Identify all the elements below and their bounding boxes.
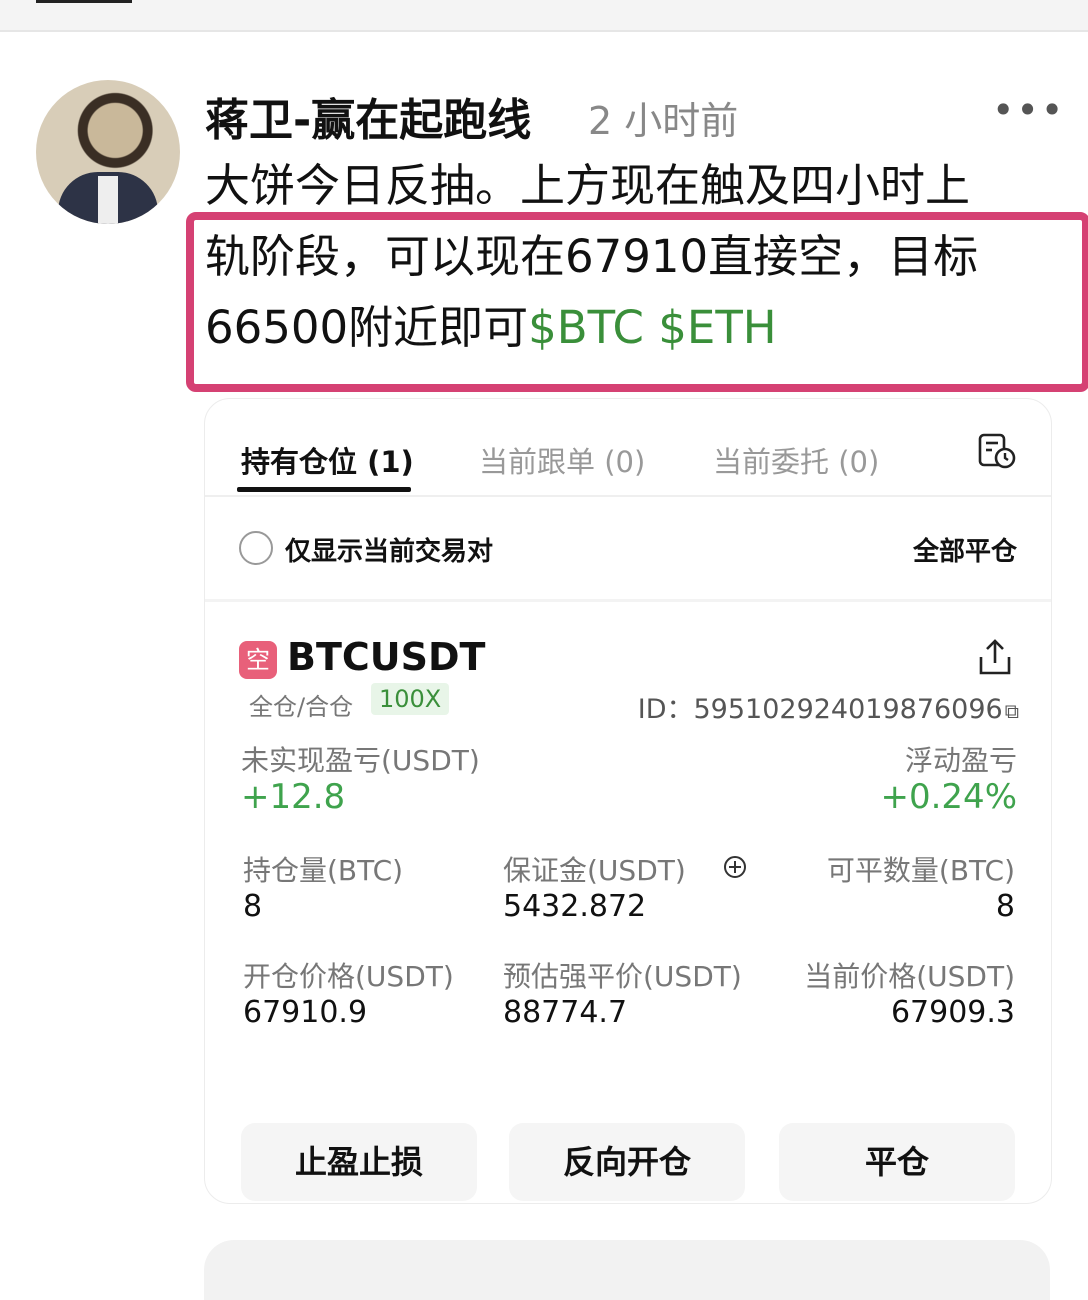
margin-label: 保证金(USDT) — [503, 854, 686, 887]
top-bar — [0, 0, 1088, 32]
size-value: 8 — [243, 889, 263, 924]
post-time: 2 小时前 — [588, 99, 739, 143]
top-tab-indicator — [36, 0, 132, 3]
position-tabs: 持有仓位 (1) 当前跟单 (0) 当前委托 (0) — [205, 399, 1051, 497]
entry-price-label: 开仓价格(USDT) — [243, 960, 454, 993]
liq-price-value: 88774.7 — [503, 995, 628, 1030]
mark-price-label: 当前价格(USDT) — [804, 960, 1015, 993]
post-text-line-1: 大饼今日反抽。上方现在触及四小时上 — [205, 159, 971, 212]
position-card: 持有仓位 (1) 当前跟单 (0) 当前委托 (0) 仅显示当前交易对 全部平仓… — [204, 398, 1052, 1204]
tab-positions[interactable]: 持有仓位 (1) — [241, 439, 414, 481]
next-card — [204, 1240, 1050, 1300]
position-id: ID：595102924019876096 ⧉ — [638, 687, 1019, 726]
share-icon[interactable] — [977, 639, 1013, 677]
entry-price-value: 67910.9 — [243, 995, 368, 1030]
closable-label: 可平数量(BTC) — [826, 854, 1015, 887]
tab-copy-orders[interactable]: 当前跟单 (0) — [479, 439, 645, 481]
author-name[interactable]: 蒋卫-赢在起跑线 — [205, 84, 531, 148]
reverse-open-button[interactable]: 反向开仓 — [509, 1123, 745, 1201]
margin-mode: 全仓/合仓 — [249, 693, 354, 721]
add-circle-icon[interactable] — [723, 855, 747, 879]
unrealized-pnl-label: 未实现盈亏(USDT) — [241, 744, 480, 777]
filter-row: 仅显示当前交易对 全部平仓 — [205, 495, 1051, 602]
position-symbol[interactable]: BTCUSDT — [287, 635, 485, 679]
avatar[interactable] — [36, 80, 180, 224]
more-icon[interactable]: ••• — [992, 88, 1065, 132]
unrealized-pnl-value: +12.8 — [241, 777, 346, 817]
current-pair-label[interactable]: 仅显示当前交易对 — [285, 531, 493, 568]
short-badge: 空 — [239, 641, 277, 679]
tab-underline — [237, 487, 411, 492]
liq-price-label: 预估强平价(USDT) — [503, 960, 742, 993]
margin-value: 5432.872 — [503, 889, 647, 924]
close-position-button[interactable]: 平仓 — [779, 1123, 1015, 1201]
floating-pnl-value: +0.24% — [880, 777, 1018, 817]
tab-open-orders[interactable]: 当前委托 (0) — [713, 439, 879, 481]
current-pair-radio[interactable] — [239, 531, 273, 565]
mark-price-value: 67909.3 — [890, 995, 1015, 1030]
floating-pnl-label: 浮动盈亏 — [904, 744, 1017, 777]
avatar-shirt — [98, 176, 118, 224]
copy-icon[interactable]: ⧉ — [1005, 699, 1019, 723]
highlight-box — [186, 212, 1088, 392]
close-all-button[interactable]: 全部平仓 — [913, 531, 1017, 568]
history-icon[interactable] — [977, 431, 1017, 471]
size-label: 持仓量(BTC) — [243, 854, 404, 887]
tpsl-button[interactable]: 止盈止损 — [241, 1123, 477, 1201]
closable-value: 8 — [995, 889, 1015, 924]
position-id-text: ID：595102924019876096 — [637, 694, 1003, 725]
leverage-badge: 100X — [371, 683, 450, 715]
